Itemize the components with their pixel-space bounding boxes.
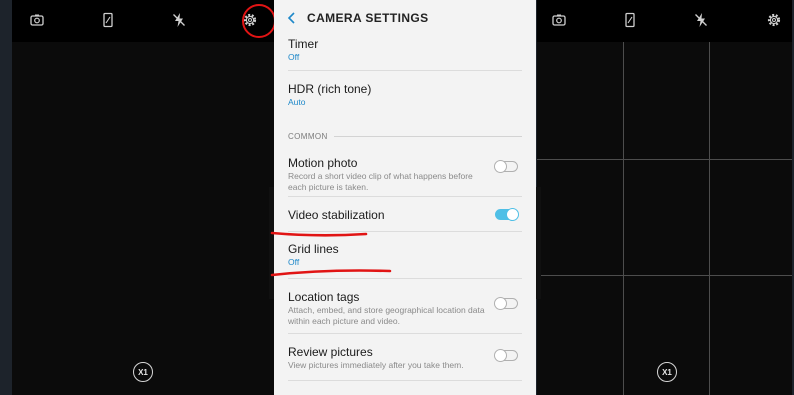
- flash-off-icon[interactable]: [693, 12, 709, 28]
- setting-label: Location tags: [288, 290, 360, 304]
- setting-description: Record a short video clip of what happen…: [288, 171, 473, 192]
- setting-label: Motion photo: [288, 156, 358, 170]
- video-stabilization-toggle[interactable]: [495, 207, 519, 221]
- setting-grid-lines[interactable]: Grid lines Off: [274, 232, 536, 278]
- camera-toolbar: [537, 0, 792, 42]
- setting-label: Video stabilization: [288, 208, 385, 222]
- side-handle: [536, 187, 541, 299]
- settings-highlight-circle: [242, 4, 276, 38]
- camera-settings-sheet: CAMERA SETTINGS Timer Off HDR (rich tone…: [274, 0, 536, 395]
- toggle-knob: [494, 159, 507, 173]
- grid-line-vertical: [709, 42, 710, 395]
- motion-photo-toggle[interactable]: [494, 159, 518, 173]
- grid-line-vertical: [623, 42, 624, 395]
- aspect-ratio-icon[interactable]: [100, 12, 116, 28]
- setting-hdr[interactable]: HDR (rich tone) Auto: [274, 71, 536, 115]
- grid-line-horizontal: [537, 159, 792, 160]
- setting-value: Auto: [288, 97, 306, 107]
- zoom-badge[interactable]: X1: [133, 362, 153, 382]
- location-tags-toggle[interactable]: [494, 296, 518, 310]
- flash-off-icon[interactable]: [171, 12, 187, 28]
- section-label: COMMON: [288, 131, 328, 141]
- setting-label: HDR (rich tone): [288, 82, 372, 96]
- setting-location-tags[interactable]: Location tags Attach, embed, and store g…: [274, 279, 536, 333]
- toggle-knob: [494, 348, 507, 362]
- left-camera-preview: X1: [12, 0, 276, 395]
- settings-gear-icon[interactable]: [766, 12, 782, 28]
- page-title: CAMERA SETTINGS: [307, 11, 429, 25]
- zoom-badge[interactable]: X1: [657, 362, 677, 382]
- setting-motion-photo[interactable]: Motion photo Record a short video clip o…: [274, 148, 536, 192]
- settings-header: CAMERA SETTINGS: [274, 0, 536, 36]
- section-header-common: COMMON: [274, 124, 536, 148]
- setting-video-stabilization[interactable]: Video stabilization: [274, 197, 536, 231]
- divider: [288, 380, 522, 381]
- setting-label: Review pictures: [288, 345, 373, 359]
- setting-value: Off: [288, 257, 300, 267]
- review-pictures-toggle[interactable]: [494, 348, 518, 362]
- toggle-knob: [506, 207, 519, 221]
- setting-description: View pictures immediately after you take…: [288, 360, 464, 370]
- setting-value: Off: [288, 52, 300, 62]
- right-camera-preview: X1: [537, 0, 792, 395]
- camera-toolbar: [12, 0, 276, 42]
- grid-line-horizontal: [537, 275, 792, 276]
- setting-timer[interactable]: Timer Off: [274, 36, 536, 70]
- section-rule: [333, 135, 522, 137]
- back-arrow-icon[interactable]: [287, 10, 307, 27]
- toggle-knob: [494, 296, 507, 310]
- aspect-ratio-icon[interactable]: [622, 12, 638, 28]
- switch-camera-icon[interactable]: [29, 12, 45, 28]
- setting-label: Grid lines: [288, 242, 339, 256]
- setting-description: Attach, embed, and store geographical lo…: [288, 305, 485, 326]
- switch-camera-icon[interactable]: [551, 12, 567, 28]
- setting-review-pictures[interactable]: Review pictures View pictures immediatel…: [274, 334, 536, 380]
- setting-label: Timer: [288, 37, 319, 51]
